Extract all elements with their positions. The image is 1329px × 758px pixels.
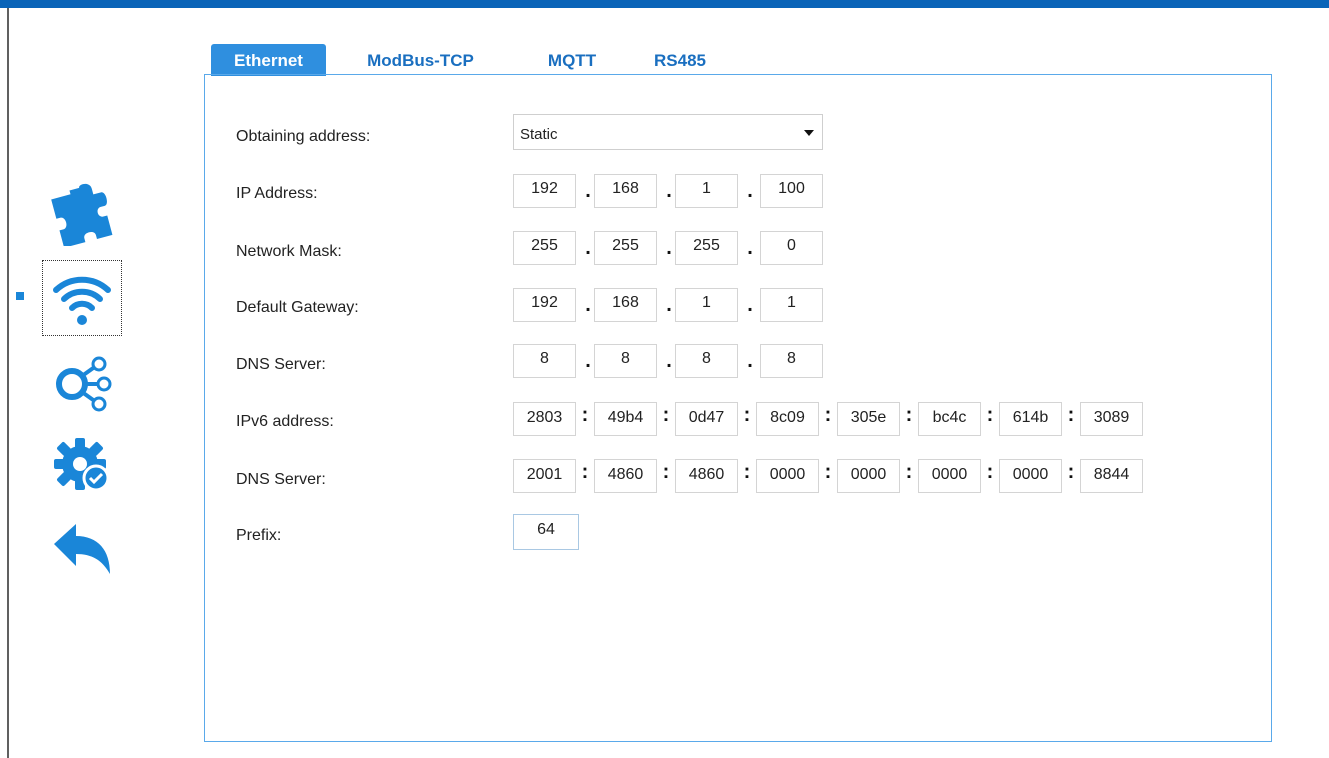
obtaining-address-value: Static [520, 126, 558, 143]
colon-separator: : [986, 461, 994, 483]
ipv6-group-4[interactable]: 8c09 [756, 402, 819, 436]
puzzle-icon [50, 182, 114, 246]
default-gateway-label: Default Gateway: [236, 299, 359, 316]
nav-puzzle-button[interactable] [42, 176, 122, 252]
ipv6-dns-group-6[interactable]: 0000 [918, 459, 981, 493]
obtaining-address-select[interactable]: Static [513, 114, 823, 150]
ipv6-group-6[interactable]: bc4c [918, 402, 981, 436]
obtaining-address-label: Obtaining address: [236, 128, 371, 145]
colon-separator: : [1067, 461, 1075, 483]
tab-ethernet[interactable]: Ethernet [211, 44, 326, 76]
dns-octet-4[interactable]: 8 [760, 344, 823, 378]
colon-separator: : [743, 404, 751, 426]
dot-separator: . [747, 180, 753, 202]
ipv6-dns-group-7[interactable]: 0000 [999, 459, 1062, 493]
gateway-octet-2[interactable]: 168 [594, 288, 657, 322]
tab-modbus-tcp[interactable]: ModBus-TCP [348, 44, 493, 76]
ipv6-dns-group-4[interactable]: 0000 [756, 459, 819, 493]
dot-separator: . [666, 294, 672, 316]
ip-octet-4[interactable]: 100 [760, 174, 823, 208]
colon-separator: : [905, 461, 913, 483]
colon-separator: : [1067, 404, 1075, 426]
colon-separator: : [824, 461, 832, 483]
ip-address-label: IP Address: [236, 185, 318, 202]
ipv6-group-1[interactable]: 2803 [513, 402, 576, 436]
ip-octet-2[interactable]: 168 [594, 174, 657, 208]
gear-check-icon [50, 432, 114, 496]
ipv6-dns-group-1[interactable]: 2001 [513, 459, 576, 493]
dot-separator: . [585, 350, 591, 372]
dot-separator: . [747, 350, 753, 372]
tab-mqtt[interactable]: MQTT [534, 44, 610, 76]
gateway-octet-3[interactable]: 1 [675, 288, 738, 322]
dot-separator: . [666, 350, 672, 372]
dot-separator: . [585, 237, 591, 259]
network-mask-label: Network Mask: [236, 243, 342, 260]
nav-settings-button[interactable] [42, 426, 122, 502]
colon-separator: : [824, 404, 832, 426]
mask-octet-4[interactable]: 0 [760, 231, 823, 265]
nav-back-button[interactable] [42, 510, 122, 586]
gateway-octet-1[interactable]: 192 [513, 288, 576, 322]
ipv6-group-8[interactable]: 3089 [1080, 402, 1143, 436]
ipv6-dns-group-8[interactable]: 8844 [1080, 459, 1143, 493]
colon-separator: : [662, 461, 670, 483]
dns-octet-3[interactable]: 8 [675, 344, 738, 378]
colon-separator: : [581, 404, 589, 426]
dot-separator: . [666, 180, 672, 202]
back-arrow-icon [50, 516, 114, 580]
ip-octet-3[interactable]: 1 [675, 174, 738, 208]
dot-separator: . [666, 237, 672, 259]
dot-separator: . [585, 294, 591, 316]
mask-octet-2[interactable]: 255 [594, 231, 657, 265]
dns-server-label: DNS Server: [236, 356, 326, 373]
dot-separator: . [585, 180, 591, 202]
ipv6-address-label: IPv6 address: [236, 413, 334, 430]
nav-network-button[interactable] [42, 260, 122, 336]
colon-separator: : [662, 404, 670, 426]
ipv6-group-5[interactable]: 305e [837, 402, 900, 436]
tab-rs485[interactable]: RS485 [640, 44, 720, 76]
dns-octet-2[interactable]: 8 [594, 344, 657, 378]
ipv6-dns-server-label: DNS Server: [236, 471, 326, 488]
dns-octet-1[interactable]: 8 [513, 344, 576, 378]
ip-octet-1[interactable]: 192 [513, 174, 576, 208]
ipv6-dns-group-3[interactable]: 4860 [675, 459, 738, 493]
colon-separator: : [743, 461, 751, 483]
colon-separator: : [581, 461, 589, 483]
gateway-octet-4[interactable]: 1 [760, 288, 823, 322]
colon-separator: : [986, 404, 994, 426]
dropdown-arrow-icon [804, 130, 814, 136]
ipv6-group-7[interactable]: 614b [999, 402, 1062, 436]
ipv6-group-3[interactable]: 0d47 [675, 402, 738, 436]
prefix-label: Prefix: [236, 527, 282, 544]
top-bar [0, 0, 1329, 8]
colon-separator: : [905, 404, 913, 426]
dot-separator: . [747, 237, 753, 259]
nav-nodes-button[interactable] [42, 344, 122, 420]
ipv6-dns-group-2[interactable]: 4860 [594, 459, 657, 493]
wifi-icon [50, 266, 114, 330]
network-nodes-icon [50, 350, 114, 414]
prefix-input[interactable]: 64 [513, 514, 579, 550]
mask-octet-1[interactable]: 255 [513, 231, 576, 265]
dot-separator: . [747, 294, 753, 316]
mask-octet-3[interactable]: 255 [675, 231, 738, 265]
ipv6-group-2[interactable]: 49b4 [594, 402, 657, 436]
ipv6-dns-group-5[interactable]: 0000 [837, 459, 900, 493]
window-left-border [7, 8, 9, 758]
selected-indicator [16, 292, 24, 300]
